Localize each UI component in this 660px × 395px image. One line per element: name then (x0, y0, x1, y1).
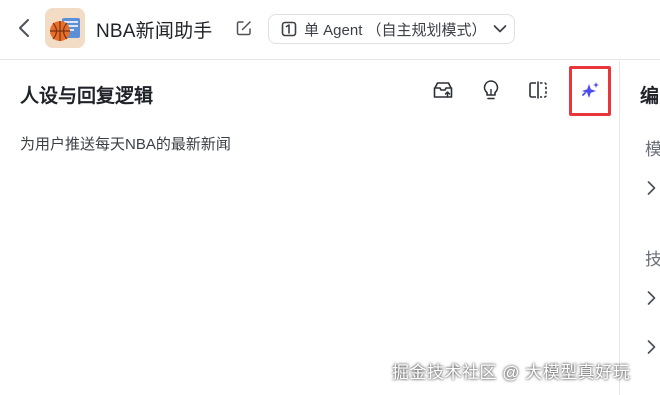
avatar (45, 8, 85, 48)
chevron-left-icon (19, 19, 29, 37)
edit-icon (236, 21, 251, 36)
lightbulb-icon (483, 80, 499, 100)
agent-mode-icon (281, 21, 297, 37)
model-group-label: 模 (645, 140, 660, 159)
skills-group-label: 技 (645, 250, 660, 269)
chevron-right-icon (647, 181, 656, 195)
persona-panel: 人设与回复逻辑 为用户推送每天NBA的最新新闻 (0, 61, 620, 395)
chevron-right-icon (647, 340, 656, 354)
chevron-right-icon (647, 291, 656, 305)
edit-name-button[interactable] (233, 17, 255, 39)
ai-sparkle-icon (582, 82, 599, 98)
orchestration-panel: 编 模 技 (621, 61, 660, 395)
back-button[interactable] (12, 14, 36, 42)
agent-mode-select[interactable]: 单 Agent （自主规划模式） (268, 14, 515, 44)
persona-section-title: 人设与回复逻辑 (20, 86, 154, 107)
split-view-icon (529, 81, 547, 99)
split-view-button[interactable] (523, 75, 553, 105)
expand-button[interactable] (647, 180, 660, 196)
top-header: NBA新闻助手 单 Agent （自主规划模式） (0, 0, 660, 60)
suggestion-button[interactable] (476, 75, 506, 105)
chevron-down-icon (493, 25, 506, 33)
agent-name: NBA新闻助手 (96, 21, 213, 42)
orchestration-title: 编 (640, 86, 660, 107)
ai-optimize-button[interactable] (569, 66, 611, 116)
persona-prompt-text[interactable]: 为用户推送每天NBA的最新新闻 (20, 133, 231, 154)
watermark: 掘金技术社区 @ 大模型真好玩 (392, 363, 631, 382)
agent-mode-label: 单 Agent （自主规划模式） (304, 21, 487, 39)
expand-button[interactable] (647, 290, 660, 306)
expand-button[interactable] (647, 339, 660, 355)
basketball-news-avatar (45, 8, 85, 48)
template-button[interactable] (428, 75, 458, 105)
template-icon (433, 82, 453, 98)
